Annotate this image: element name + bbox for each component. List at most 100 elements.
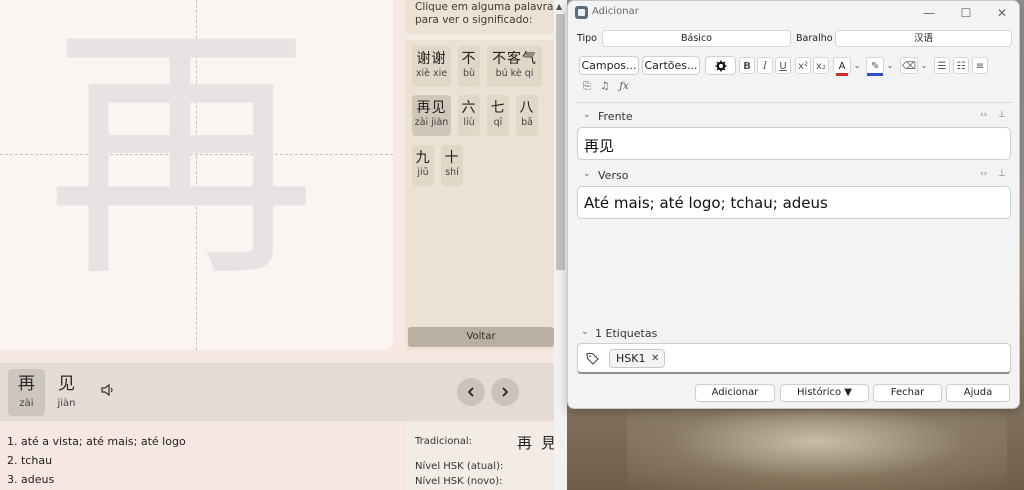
word-pinyin: bā [521,117,533,128]
superscript-icon[interactable]: x² [795,57,811,74]
speaker-icon[interactable] [100,382,116,398]
word-pinyin: zài jiàn [414,117,449,128]
previous-button[interactable] [457,378,485,406]
deck-label: Baralho [796,33,833,44]
word-button-liu[interactable]: 六 liù [458,95,480,136]
cards-button[interactable]: Cartões... [642,56,700,75]
tags-header-label: 1 Etiquetas [595,327,658,340]
help-button[interactable]: Ajuda [946,384,1010,402]
word-hanzi: 九 [415,150,431,166]
html-editor-icon[interactable]: ‹› [980,110,987,120]
word-pinyin: xiè xie [415,68,448,79]
background-haze [627,410,1007,490]
add-button[interactable]: Adicionar [695,384,775,402]
hsk-new-label: Nível HSK (novo): [415,476,503,487]
tag-label: HSK1 [616,352,646,365]
back-field-header[interactable]: ⌄ Verso ‹› ⊥ [576,167,1012,185]
gear-icon [715,60,726,72]
type-label: Tipo [577,33,597,44]
pin-icon[interactable]: ⊥ [998,110,1006,120]
title-bar[interactable]: Adicionar — ☐ ✕ [568,1,1019,25]
pin-icon[interactable]: ⊥ [998,169,1006,179]
next-button[interactable] [491,378,519,406]
word-button-ba[interactable]: 八 bā [516,95,538,136]
word-button-zaijian[interactable]: 再见 zài jiàn [412,95,451,136]
word-button-jiu[interactable]: 九 jiǔ [412,145,434,186]
word-button-bukeqi[interactable]: 不客气 bú kè qi [487,46,542,87]
back-button[interactable]: Voltar [408,327,554,347]
chevron-down-icon[interactable]: ⌄ [885,57,895,74]
underline-icon[interactable]: U [775,57,791,74]
highlight-icon[interactable]: ✎ [866,57,884,76]
bullet-list-icon[interactable]: ☰ [934,57,950,74]
word-hanzi: 不客气 [492,51,537,67]
numbered-list-icon[interactable]: ☷ [953,57,969,74]
char-hanzi: 再 [18,374,35,394]
canvas-character: 再 [46,0,316,313]
word-button-shi[interactable]: 十 shí [441,145,463,186]
character-canvas[interactable]: 再 [0,0,393,350]
hsk-current-label: Nível HSK (atual): [415,461,504,472]
add-dialog: Adicionar — ☐ ✕ Tipo Básico Baralho 汉语 C… [567,0,1020,409]
attach-icon[interactable]: ⎘ [580,78,594,95]
microphone-icon[interactable]: ♫ [598,78,612,95]
tag-chip[interactable]: HSK1 ✕ [609,349,665,368]
char-hanzi: 见 [58,374,75,394]
word-pinyin: qī [493,117,503,128]
front-field-input[interactable]: 再见 [577,127,1011,160]
collapse-chevron-icon[interactable]: ⌄ [583,110,591,120]
word-hanzi: 十 [444,150,460,166]
character-bar: 再 zài 见 jiàn [0,363,554,421]
minimize-icon[interactable]: — [914,4,944,22]
chevron-down-icon[interactable]: ⌄ [919,57,929,74]
word-hanzi: 谢谢 [416,51,447,67]
traditional-label: Tradicional: [415,436,473,447]
tag-icon [586,352,599,365]
close-button[interactable]: Fechar [873,384,942,402]
word-hanzi: 六 [461,100,477,116]
formula-icon[interactable]: ƒx [616,78,632,95]
front-field-label: Frente [598,110,633,123]
deck-selector[interactable]: 汉语 [835,30,1012,47]
remove-tag-icon[interactable]: ✕ [651,350,659,367]
word-button-qi[interactable]: 七 qī [487,95,509,136]
eraser-icon[interactable]: ⌫ [900,57,918,74]
back-field-input[interactable]: Até mais; até logo; tchau; adeus [577,186,1011,219]
word-pinyin: bú kè qi [495,68,534,79]
scroll-up-arrow-icon[interactable]: ▲ [556,2,562,11]
meaning-item: 1. até a vista; até mais; até logo [7,435,186,448]
front-field-header[interactable]: ⌄ Frente ‹› ⊥ [576,108,1012,126]
chevron-right-icon [502,387,509,397]
chevron-down-icon[interactable]: ⌄ [852,57,862,74]
info-panel: Tradicional: 再見 Nível HSK (atual): Nível… [406,423,556,490]
window-title: Adicionar [592,6,639,17]
tags-input[interactable]: HSK1 ✕ [577,343,1011,374]
word-hint: Clique em alguma palavra para ver o sign… [415,1,554,26]
collapse-chevron-icon[interactable]: ⌄ [583,169,591,179]
word-hanzi: 再见 [416,100,447,116]
meanings-list: 1. até a vista; até mais; até logo 2. tc… [7,432,186,489]
subscript-icon[interactable]: x₂ [813,57,829,74]
collapse-chevron-icon[interactable]: ⌄ [581,327,589,337]
html-editor-icon[interactable]: ‹› [980,169,987,179]
maximize-icon[interactable]: ☐ [951,4,981,22]
close-icon[interactable]: ✕ [987,4,1017,22]
align-icon[interactable]: ≡ [972,57,988,74]
char-button-jian[interactable]: 见 jiàn [48,369,85,416]
word-button-xiexie[interactable]: 谢谢 xiè xie [412,46,451,87]
options-gear-button[interactable] [705,56,736,75]
type-selector[interactable]: Básico [602,30,791,47]
italic-icon[interactable]: I [757,57,773,74]
chevron-left-icon [467,387,474,397]
tags-header[interactable]: ⌄ 1 Etiquetas [576,325,1012,343]
char-button-zai[interactable]: 再 zài [8,369,45,416]
bold-icon[interactable]: B [739,57,755,74]
text-color-icon[interactable]: A [833,57,851,76]
front-field-value: 再见 [584,137,615,155]
fields-button[interactable]: Campos... [579,56,639,75]
word-panel-divider [406,34,556,40]
scrollbar-thumb[interactable] [556,14,565,270]
word-button-bu[interactable]: 不 bù [458,46,480,87]
history-button[interactable]: Histórico ▼ [780,384,869,402]
scrollbar[interactable]: ▲ [554,0,567,490]
